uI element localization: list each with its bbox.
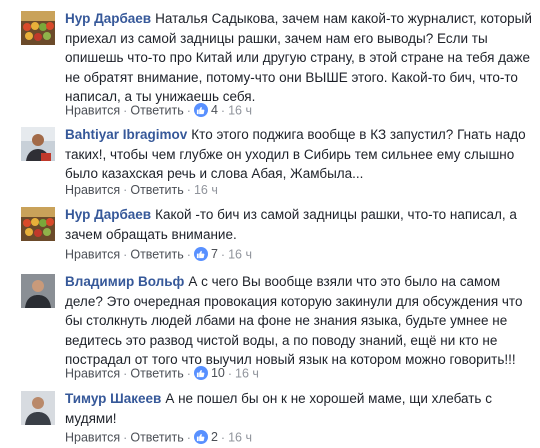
comment-text: Bahtiyar Ibragimov Кто этого поджига вооб… (65, 127, 526, 181)
comment-author[interactable]: Нур Дарбаев (65, 11, 151, 26)
comment-text: Тимур Шакеев А не пошел бы он к не хороше… (65, 391, 492, 426)
comment-actions: Нравится · Ответить · 10 · 16 ч (65, 365, 259, 381)
comment-actions: Нравится · Ответить · 2 · 16 ч (65, 429, 252, 445)
thumbs-up-icon (193, 103, 208, 117)
avatar-fruit-market-icon[interactable] (21, 11, 55, 45)
thumbs-up-icon (193, 366, 208, 380)
like-link[interactable]: Нравится (65, 431, 120, 445)
comment-author[interactable]: Нур Дарбаев (65, 207, 151, 222)
like-link[interactable]: Нравится (65, 104, 120, 118)
avatar-person-icon[interactable] (21, 274, 55, 308)
comment-time[interactable]: 16 ч (194, 183, 218, 197)
reply-link[interactable]: Ответить (130, 431, 183, 445)
avatar-person-icon[interactable] (21, 391, 55, 425)
comment-actions: Нравится · Ответить · 16 ч (65, 183, 218, 197)
comment-list: Нур Дарбаев Наталья Садыкова, зачем нам к… (0, 0, 540, 448)
thumbs-up-icon (193, 430, 208, 444)
comment-text: Нур Дарбаев Какой -то бич из самой задниц… (65, 207, 517, 242)
comment-time[interactable]: 16 ч (228, 431, 252, 445)
avatar-person-icon[interactable] (21, 127, 55, 161)
comment-time[interactable]: 16 ч (228, 104, 252, 118)
like-count[interactable]: 7 (193, 246, 218, 262)
like-count[interactable]: 2 (193, 429, 218, 445)
comment-text: Владимир Вольф А с чего Вы вообще взяли ч… (65, 274, 523, 367)
comment-time[interactable]: 16 ч (228, 248, 252, 262)
reply-link[interactable]: Ответить (130, 248, 183, 262)
comment-text: Нур Дарбаев Наталья Садыкова, зачем нам к… (65, 11, 532, 104)
comment-time[interactable]: 16 ч (235, 367, 259, 381)
like-link[interactable]: Нравится (65, 367, 120, 381)
like-link[interactable]: Нравится (65, 183, 120, 197)
like-count[interactable]: 10 (193, 365, 225, 381)
comment-actions: Нравится · Ответить · 7 · 16 ч (65, 246, 252, 262)
reply-link[interactable]: Ответить (130, 183, 183, 197)
thumbs-up-icon (193, 247, 208, 261)
comment-actions: Нравится · Ответить · 4 · 16 ч (65, 102, 252, 118)
comment-author[interactable]: Владимир Вольф (65, 274, 184, 289)
comment-author[interactable]: Bahtiyar Ibragimov (65, 127, 187, 142)
like-count[interactable]: 4 (193, 102, 218, 118)
avatar-fruit-market-icon[interactable] (21, 207, 55, 241)
comment-author[interactable]: Тимур Шакеев (65, 391, 161, 406)
like-link[interactable]: Нравится (65, 248, 120, 262)
reply-link[interactable]: Ответить (130, 367, 183, 381)
reply-link[interactable]: Ответить (130, 104, 183, 118)
